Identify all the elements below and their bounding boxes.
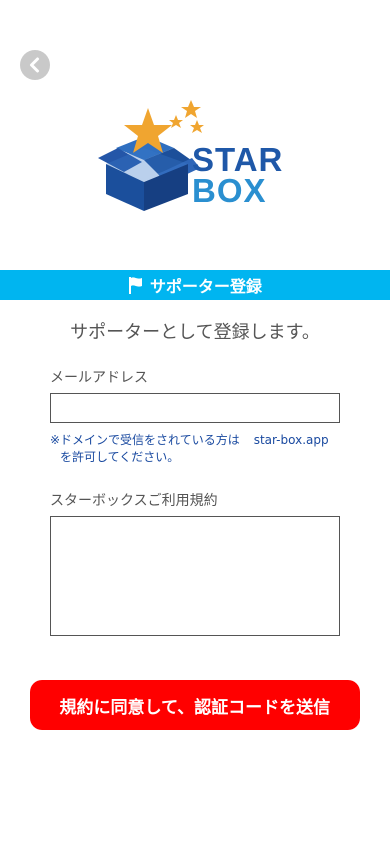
title-bar: サポーター登録 bbox=[0, 270, 390, 300]
logo-text-star: STAR bbox=[192, 141, 284, 178]
chevron-left-icon bbox=[30, 57, 39, 73]
notice-line2: を許可してください。 bbox=[60, 450, 180, 464]
notice-domain: star-box.app bbox=[253, 433, 329, 447]
terms-content-box[interactable] bbox=[50, 516, 340, 636]
flag-icon bbox=[128, 277, 142, 294]
email-field[interactable] bbox=[50, 393, 340, 423]
lead-text: サポーターとして登録します。 bbox=[70, 322, 320, 343]
terms-label: スターボックスご利用規約 bbox=[50, 493, 218, 509]
email-label: メールアドレス bbox=[50, 370, 148, 386]
agree-send-code-button[interactable]: 規約に同意して、認証コードを送信 bbox=[30, 680, 360, 730]
logo-text-box: BOX bbox=[192, 172, 267, 209]
page-title: サポーター登録 bbox=[149, 277, 262, 296]
logo-text: STAR BOX bbox=[192, 141, 284, 209]
back-button[interactable] bbox=[20, 50, 50, 80]
notice-line1: ※ドメインで受信をされている方は bbox=[50, 433, 240, 447]
domain-notice: ※ドメインで受信をされている方は star-box.app を許可してください。 bbox=[50, 432, 350, 466]
